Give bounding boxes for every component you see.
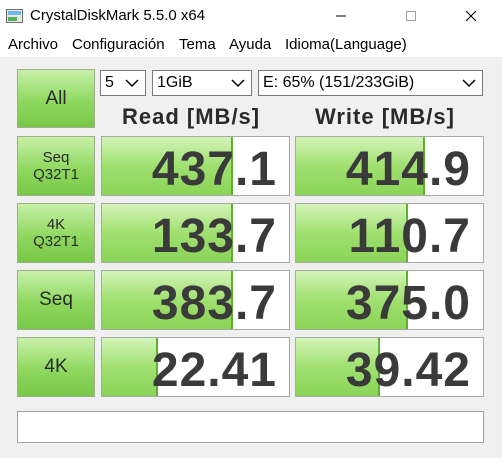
menu-bar: Archivo Configuración Tema Ayuda Idioma(… (0, 33, 502, 57)
write-header: Write [MB/s] (315, 104, 455, 129)
minimize-button[interactable] (318, 0, 364, 32)
menu-configuracion[interactable]: Configuración (72, 36, 165, 53)
menu-tema[interactable]: Tema (179, 36, 216, 53)
write-value: 39.42 (345, 344, 471, 397)
minimize-icon (336, 15, 346, 17)
write-result-cell: 375.0 (295, 270, 484, 330)
chevron-down-icon (231, 79, 245, 88)
read-value: 383.7 (151, 277, 277, 330)
comment-field[interactable] (17, 411, 484, 443)
maximize-icon (406, 11, 416, 21)
read-progress-fill (102, 338, 159, 396)
write-value: 110.7 (348, 210, 471, 263)
write-result-cell: 110.7 (295, 203, 484, 263)
title-bar: CrystalDiskMark 5.5.0 x64 (0, 0, 502, 32)
row-label-line1: 4K (44, 356, 68, 378)
4k-button[interactable]: 4K (17, 337, 95, 397)
4k-q32t1-button[interactable]: 4K Q32T1 (17, 203, 95, 263)
row-label-line1: Seq (39, 289, 73, 311)
row-label-line1: 4K (46, 215, 66, 233)
row-label-line2: Q32T1 (33, 166, 79, 183)
all-button[interactable]: All (17, 69, 95, 128)
read-result-cell: 133.7 (101, 203, 290, 263)
write-result-cell: 414.9 (295, 136, 484, 196)
read-result-cell: 383.7 (101, 270, 290, 330)
test-size-value: 1GiB (157, 74, 193, 91)
chevron-down-icon (125, 79, 139, 88)
seq-q32t1-button[interactable]: Seq Q32T1 (17, 136, 95, 196)
write-value: 375.0 (345, 277, 471, 330)
read-header: Read [MB/s] (122, 104, 261, 129)
app-disk-icon (6, 9, 23, 23)
maximize-button[interactable] (388, 0, 434, 32)
read-value: 133.7 (151, 210, 277, 263)
menu-ayuda[interactable]: Ayuda (229, 36, 271, 53)
close-button[interactable] (448, 0, 494, 32)
seq-button[interactable]: Seq (17, 270, 95, 330)
read-value: 437.1 (151, 143, 277, 196)
test-size-select[interactable]: 1GiB (152, 70, 252, 96)
write-value: 414.9 (345, 143, 471, 196)
chevron-down-icon (462, 79, 476, 88)
drive-value: E: 65% (151/233GiB) (263, 74, 415, 91)
test-count-value: 5 (105, 74, 114, 91)
drive-select[interactable]: E: 65% (151/233GiB) (258, 70, 483, 96)
close-icon (465, 10, 477, 22)
menu-idioma[interactable]: Idioma(Language) (285, 36, 407, 53)
row-label-line2: Q32T1 (33, 233, 79, 250)
menu-archivo[interactable]: Archivo (8, 36, 58, 53)
read-value: 22.41 (151, 344, 277, 397)
all-button-label: All (45, 87, 67, 109)
read-result-cell: 22.41 (101, 337, 290, 397)
write-result-cell: 39.42 (295, 337, 484, 397)
window-title: CrystalDiskMark 5.5.0 x64 (30, 7, 206, 24)
read-result-cell: 437.1 (101, 136, 290, 196)
test-count-select[interactable]: 5 (100, 70, 146, 96)
row-label-line1: Seq (42, 148, 70, 166)
